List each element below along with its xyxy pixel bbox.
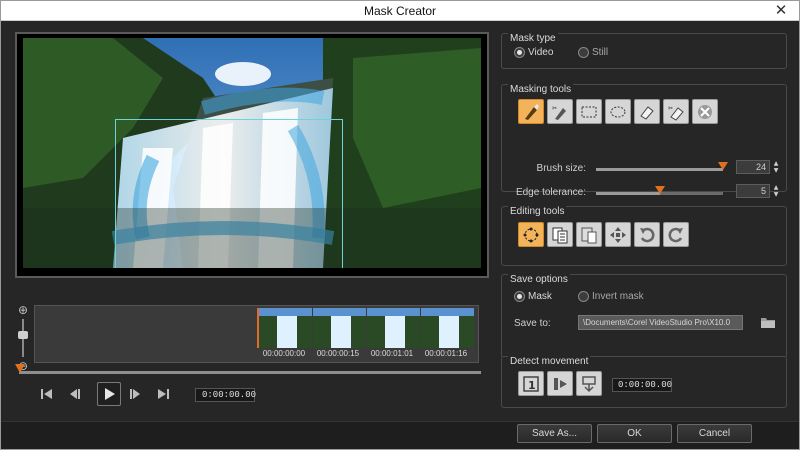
undo-icon[interactable] bbox=[634, 222, 660, 247]
save-to-label: Save to: bbox=[514, 318, 551, 329]
go-to-start-icon[interactable] bbox=[37, 384, 57, 404]
play-icon[interactable] bbox=[97, 382, 121, 406]
save-as-button[interactable]: Save As... bbox=[517, 424, 592, 443]
svg-text:✂: ✂ bbox=[668, 105, 673, 112]
paste-frame-icon[interactable] bbox=[576, 222, 602, 247]
timecode-label: 00:00:01:16 bbox=[424, 349, 468, 358]
close-icon[interactable]: ✕ bbox=[769, 2, 793, 19]
editing-tools-row bbox=[518, 222, 692, 247]
detect-movement-panel: Detect movement 1 0:00:00.00 bbox=[501, 356, 787, 408]
copy-frame-icon[interactable] bbox=[547, 222, 573, 247]
clear-mask-icon[interactable] bbox=[692, 99, 718, 124]
radio-dot[interactable] bbox=[514, 47, 525, 58]
svg-text:1: 1 bbox=[528, 379, 536, 392]
zoom-slider-handle[interactable] bbox=[18, 331, 28, 339]
svg-text:✂: ✂ bbox=[552, 105, 557, 112]
radio-label: Mask bbox=[528, 291, 552, 302]
edge-tolerance-spinner-arrows[interactable]: ▲ ▼ bbox=[772, 184, 780, 198]
track-to-next-frame-icon[interactable] bbox=[547, 371, 573, 396]
move-icon[interactable] bbox=[605, 222, 631, 247]
mask-type-video-radio[interactable]: Video bbox=[514, 47, 553, 58]
frame-timeline[interactable]: 00:00:00:00 00:00:00:15 00:00:01:01 00:0… bbox=[34, 305, 479, 363]
preview-image[interactable] bbox=[23, 38, 481, 268]
ellipse-select-icon[interactable] bbox=[605, 99, 631, 124]
cancel-button[interactable]: Cancel bbox=[677, 424, 752, 443]
title-bar: Mask Creator ✕ bbox=[1, 1, 799, 21]
save-mask-radio[interactable]: Mask bbox=[514, 291, 552, 302]
brush-size-fill bbox=[596, 168, 723, 171]
edge-tolerance-fill bbox=[596, 192, 660, 195]
transport-controls bbox=[37, 380, 181, 408]
detect-movement-timecode[interactable]: 0:00:00.00 bbox=[612, 378, 672, 392]
playback-timecode[interactable]: 0:00:00.00 bbox=[195, 388, 256, 402]
brush-size-spinner-arrows[interactable]: ▲ ▼ bbox=[772, 160, 780, 174]
radio-dot[interactable] bbox=[578, 47, 589, 58]
window-title: Mask Creator bbox=[363, 4, 437, 18]
radio-dot[interactable] bbox=[514, 291, 525, 302]
radio-label: Video bbox=[528, 47, 554, 58]
smart-brush-icon[interactable]: ✂ bbox=[547, 99, 573, 124]
editing-tools-panel: Editing tools bbox=[501, 206, 787, 266]
go-to-end-icon[interactable] bbox=[153, 384, 173, 404]
radio-label: Invert mask bbox=[592, 291, 644, 302]
scrub-handle[interactable] bbox=[15, 364, 25, 373]
mask-type-panel: Mask type Video Still bbox=[501, 33, 787, 69]
edge-tolerance-handle[interactable] bbox=[654, 186, 665, 194]
redo-icon[interactable] bbox=[663, 222, 689, 247]
brush-size-input[interactable]: 24 bbox=[736, 160, 770, 174]
detect-movement-title: Detect movement bbox=[508, 356, 591, 367]
ok-button[interactable]: OK bbox=[597, 424, 672, 443]
thumbnail-strip bbox=[257, 308, 477, 348]
brush-size-slider[interactable] bbox=[596, 168, 723, 171]
edge-tolerance-label: Edge tolerance: bbox=[515, 187, 586, 198]
zoom-in-icon[interactable]: ⊕ bbox=[16, 303, 30, 317]
brush-icon[interactable] bbox=[518, 99, 544, 124]
brush-size-label: Brush size: bbox=[536, 163, 586, 174]
lasso-icon[interactable] bbox=[518, 222, 544, 247]
track-to-end-icon[interactable] bbox=[576, 371, 602, 396]
save-options-panel: Save options Mask Invert mask Save to: \… bbox=[501, 274, 787, 358]
detect-movement-row: 1 bbox=[518, 371, 605, 396]
frame-thumbnail[interactable] bbox=[259, 308, 312, 348]
radio-dot[interactable] bbox=[578, 291, 589, 302]
frame-thumbnail[interactable] bbox=[367, 308, 420, 348]
mask-type-still-radio[interactable]: Still bbox=[578, 47, 608, 58]
preview-frame bbox=[15, 32, 489, 278]
eraser-icon[interactable] bbox=[634, 99, 660, 124]
radio-label: Still bbox=[592, 47, 609, 58]
edge-tolerance-input[interactable]: 5 bbox=[736, 184, 770, 198]
mask-selection-rectangle[interactable] bbox=[115, 119, 343, 268]
save-invert-mask-radio[interactable]: Invert mask bbox=[578, 291, 644, 302]
masking-tools-row: ✂ ✂ bbox=[518, 99, 721, 124]
timecode-label: 00:00:01:01 bbox=[370, 349, 414, 358]
next-frame-icon[interactable] bbox=[125, 384, 145, 404]
track-single-frame-icon[interactable]: 1 bbox=[518, 371, 544, 396]
scrub-bar[interactable] bbox=[19, 371, 481, 374]
frame-thumbnail[interactable] bbox=[421, 308, 474, 348]
frame-thumbnail[interactable] bbox=[313, 308, 366, 348]
brush-size-handle[interactable] bbox=[718, 162, 728, 170]
timecode-label: 00:00:00:15 bbox=[316, 349, 360, 358]
timecode-labels: 00:00:00:00 00:00:00:15 00:00:01:01 00:0… bbox=[257, 349, 477, 358]
main-area: ⊕ ⊖ 00:00:00:00 00:00:00:15 00:00:01:01 … bbox=[1, 21, 799, 449]
mask-type-title: Mask type bbox=[508, 33, 558, 44]
save-path-field[interactable]: \Documents\Corel VideoStudio Pro\X10.0 bbox=[578, 315, 743, 330]
save-options-title: Save options bbox=[508, 274, 570, 285]
editing-tools-title: Editing tools bbox=[508, 206, 567, 217]
folder-icon[interactable] bbox=[760, 315, 776, 329]
previous-frame-icon[interactable] bbox=[65, 384, 85, 404]
smart-eraser-icon[interactable]: ✂ bbox=[663, 99, 689, 124]
timecode-label: 00:00:00:00 bbox=[262, 349, 306, 358]
rectangle-select-icon[interactable] bbox=[576, 99, 602, 124]
masking-tools-panel: Masking tools ✂ ✂ Brush size: 24 ▲ ▼ Edg… bbox=[501, 84, 787, 198]
masking-tools-title: Masking tools bbox=[508, 84, 574, 95]
mask-creator-window: Mask Creator ✕ ⊕ ⊖ 00:00:00:00 00:00:00:… bbox=[0, 0, 800, 450]
